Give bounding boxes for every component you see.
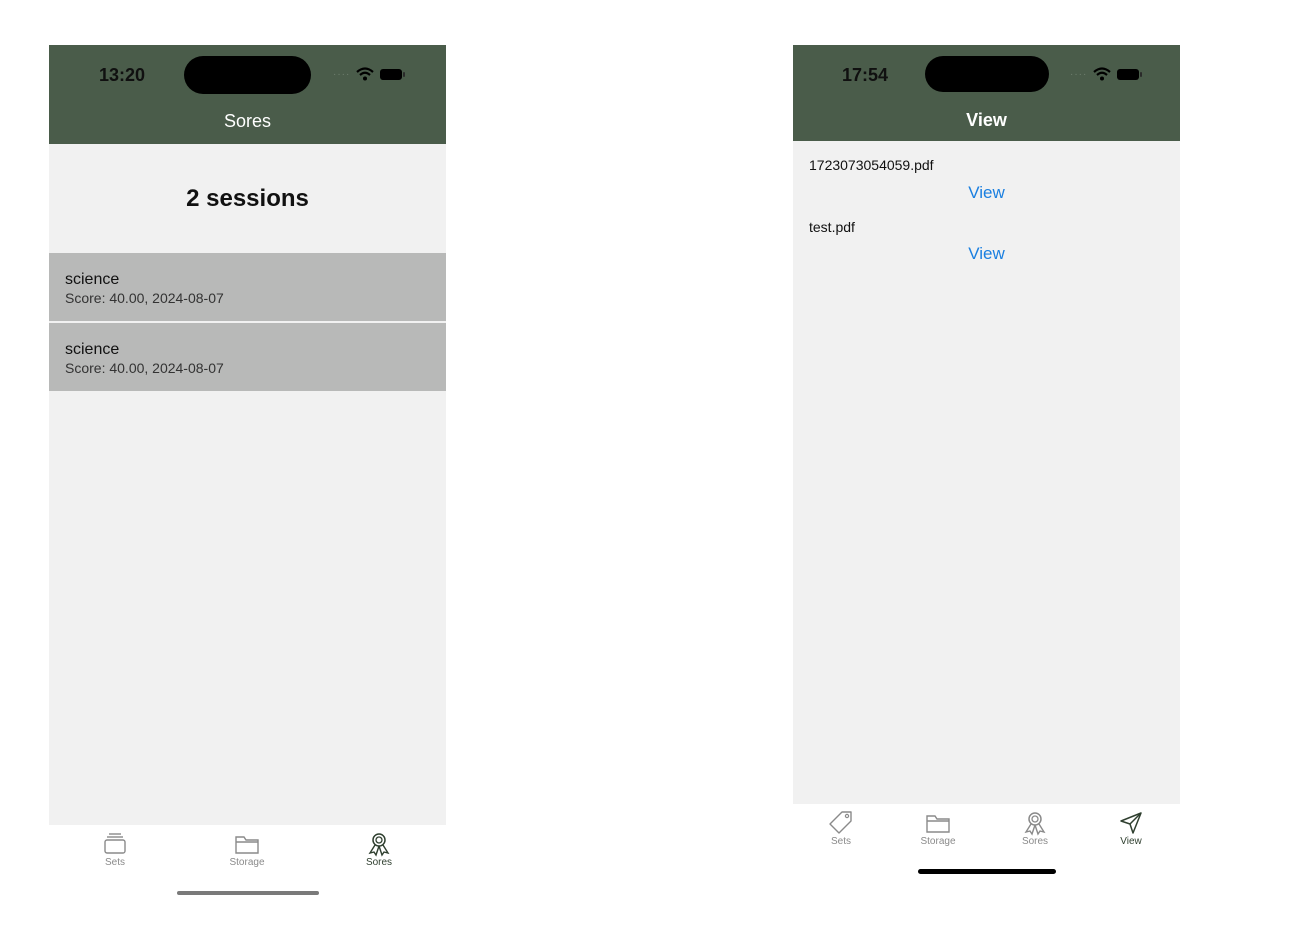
tab-sores[interactable]: Sores (339, 831, 419, 868)
stack-icon (104, 833, 126, 854)
tab-storage[interactable]: Storage (207, 831, 287, 868)
status-icons: ···· (333, 67, 406, 81)
page-title: View (966, 110, 1007, 130)
tab-bar: Sets Storage Sores View (793, 804, 1180, 880)
status-time: 13:20 (99, 65, 146, 85)
tag-icon (829, 811, 852, 834)
session-title: science (65, 271, 120, 288)
tab-label: View (1120, 836, 1142, 847)
file-name: 1723073054059.pdf (809, 157, 934, 173)
status-icons: ···· (1070, 67, 1143, 81)
send-icon (1120, 812, 1142, 834)
tab-bar: Sets Storage Sores (49, 825, 446, 903)
nav-header: 13:20 ···· Sores (49, 45, 446, 144)
phone-screen-view: 17:54 ···· View 1723073054059.pdf View t… (793, 45, 1180, 880)
tab-label: Sets (830, 836, 851, 847)
tab-storage[interactable]: Storage (898, 810, 978, 847)
wifi-icon (356, 67, 375, 81)
status-time: 17:54 (842, 65, 889, 85)
tab-label: Storage (920, 836, 956, 847)
nav-header: 17:54 ···· View (793, 45, 1180, 141)
phone-screen-scores: 13:20 ···· Sores 2 sessions science Scor… (49, 45, 446, 903)
view-file-button[interactable]: View (793, 244, 1180, 264)
dynamic-island (925, 56, 1049, 92)
tab-label: Sores (365, 857, 393, 868)
signal-icon: ···· (1070, 68, 1088, 80)
tab-view[interactable]: View (1091, 810, 1171, 847)
session-score: Score: 40.00, 2024-08-07 (65, 360, 224, 376)
wifi-icon (1093, 67, 1112, 81)
ribbon-award-icon (368, 833, 390, 857)
home-indicator (918, 869, 1056, 874)
tab-sets[interactable]: Sets (801, 810, 881, 847)
dynamic-island (184, 56, 311, 94)
battery-icon (380, 68, 406, 80)
tab-sores[interactable]: Sores (995, 810, 1075, 847)
session-title: science (65, 341, 120, 358)
folder-icon (235, 836, 259, 854)
file-name: test.pdf (809, 219, 855, 235)
ribbon-award-icon (1024, 812, 1046, 836)
battery-icon (1117, 68, 1143, 80)
page-title: Sores (223, 111, 272, 131)
session-row[interactable]: science Score: 40.00, 2024-08-07 (49, 253, 446, 321)
view-file-button[interactable]: View (793, 183, 1180, 203)
tab-sets[interactable]: Sets (75, 831, 155, 868)
folder-icon (926, 815, 950, 833)
tab-label: Sets (104, 857, 125, 868)
tab-label: Storage (229, 857, 265, 868)
session-score: Score: 40.00, 2024-08-07 (65, 290, 224, 306)
tab-label: Sores (1021, 836, 1049, 847)
signal-icon: ···· (333, 68, 351, 80)
session-row[interactable]: science Score: 40.00, 2024-08-07 (49, 323, 446, 391)
home-indicator (177, 891, 319, 895)
sessions-count: 2 sessions (186, 185, 309, 212)
